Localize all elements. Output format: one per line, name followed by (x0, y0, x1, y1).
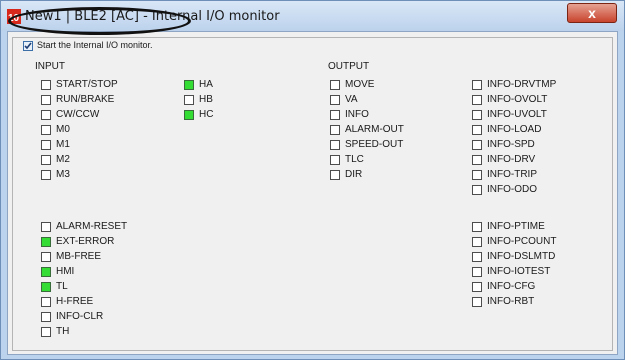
indicator-start-stop (41, 80, 51, 90)
label-info: INFO (345, 109, 369, 120)
indicator-hb (184, 95, 194, 105)
client-area: Start the Internal I/O monitor. INPUT OU… (7, 31, 618, 355)
label-info-spd: INFO-SPD (487, 139, 535, 150)
indicator-speed-out (330, 140, 340, 150)
input-section-title: INPUT (35, 61, 65, 72)
indicator-hmi (41, 267, 51, 277)
label-ext-error: EXT-ERROR (56, 236, 115, 247)
indicator-hc (184, 110, 194, 120)
label-m3: M3 (56, 169, 70, 180)
label-info-odo: INFO-ODO (487, 184, 537, 195)
io-monitor-window: 10 New1 | BLE2 [AC] - Internal I/O monit… (0, 0, 625, 360)
indicator-info-ptime (472, 222, 482, 232)
label-dir: DIR (345, 169, 363, 180)
label-info-cfg: INFO-CFG (487, 281, 536, 292)
label-m1: M1 (56, 139, 70, 150)
label-info-drv: INFO-DRV (487, 154, 536, 165)
indicator-run-brake (41, 95, 51, 105)
label-hmi: HMI (56, 266, 75, 277)
indicator-m2 (41, 155, 51, 165)
indicator-info-odo (472, 185, 482, 195)
indicator-info-cfg (472, 282, 482, 292)
title-bar[interactable]: 10 New1 | BLE2 [AC] - Internal I/O monit… (1, 1, 624, 31)
indicator-info-spd (472, 140, 482, 150)
label-m0: M0 (56, 124, 70, 135)
label-th: TH (56, 326, 70, 337)
indicator-m3 (41, 170, 51, 180)
label-info-trip: INFO-TRIP (487, 169, 537, 180)
label-alarm-out: ALARM-OUT (345, 124, 404, 135)
indicator-info-load (472, 125, 482, 135)
start-monitor-label: Start the Internal I/O monitor. (37, 40, 153, 50)
indicator-alarm-reset (41, 222, 51, 232)
label-info-load: INFO-LOAD (487, 124, 542, 135)
indicator-tlc (330, 155, 340, 165)
label-hc: HC (199, 109, 214, 120)
indicator-ha (184, 80, 194, 90)
label-h-free: H-FREE (56, 296, 94, 307)
label-info-uvolt: INFO-UVOLT (487, 109, 547, 120)
label-info-rbt: INFO-RBT (487, 296, 535, 307)
indicator-info-clr (41, 312, 51, 322)
label-ha: HA (199, 79, 213, 90)
indicator-dir (330, 170, 340, 180)
label-info-ptime: INFO-PTIME (487, 221, 545, 232)
label-tlc: TLC (345, 154, 364, 165)
io-panel: Start the Internal I/O monitor. INPUT OU… (12, 37, 613, 351)
indicator-ext-error (41, 237, 51, 247)
indicator-tl (41, 282, 51, 292)
label-start-stop: START/STOP (56, 79, 118, 90)
label-mb-free: MB-FREE (56, 251, 101, 262)
close-icon: x (588, 5, 596, 21)
indicator-h-free (41, 297, 51, 307)
indicator-info-ovolt (472, 95, 482, 105)
label-va: VA (345, 94, 358, 105)
indicator-info-dslmtd (472, 252, 482, 262)
indicator-info-rbt (472, 297, 482, 307)
label-info-iotest: INFO-IOTEST (487, 266, 551, 277)
window-title: New1 | BLE2 [AC] - Internal I/O monitor (25, 9, 280, 24)
label-info-pcount: INFO-PCOUNT (487, 236, 557, 247)
checkmark-icon (24, 42, 32, 50)
indicator-info-trip (472, 170, 482, 180)
label-speed-out: SPEED-OUT (345, 139, 404, 150)
indicator-m0 (41, 125, 51, 135)
indicator-move (330, 80, 340, 90)
motor-app-icon: 10 (7, 9, 21, 24)
indicator-m1 (41, 140, 51, 150)
svg-text:10: 10 (8, 13, 20, 24)
label-hb: HB (199, 94, 213, 105)
indicator-info-uvolt (472, 110, 482, 120)
label-run-brake: RUN/BRAKE (56, 94, 115, 105)
indicator-info-drv (472, 155, 482, 165)
label-info-dslmtd: INFO-DSLMTD (487, 251, 556, 262)
indicator-info-iotest (472, 267, 482, 277)
label-info-clr: INFO-CLR (56, 311, 104, 322)
indicator-info-pcount (472, 237, 482, 247)
output-section-title: OUTPUT (328, 61, 370, 72)
label-info-ovolt: INFO-OVOLT (487, 94, 548, 105)
indicator-va (330, 95, 340, 105)
start-monitor-checkbox[interactable] (23, 41, 33, 51)
label-m2: M2 (56, 154, 70, 165)
indicator-cw-ccw (41, 110, 51, 120)
indicator-alarm-out (330, 125, 340, 135)
label-alarm-reset: ALARM-RESET (56, 221, 128, 232)
indicator-info-drvtmp (472, 80, 482, 90)
indicator-info (330, 110, 340, 120)
close-button[interactable]: x (567, 3, 617, 23)
label-tl: TL (56, 281, 68, 292)
indicator-th (41, 327, 51, 337)
label-move: MOVE (345, 79, 375, 90)
label-info-drvtmp: INFO-DRVTMP (487, 79, 557, 90)
indicator-mb-free (41, 252, 51, 262)
label-cw-ccw: CW/CCW (56, 109, 100, 120)
